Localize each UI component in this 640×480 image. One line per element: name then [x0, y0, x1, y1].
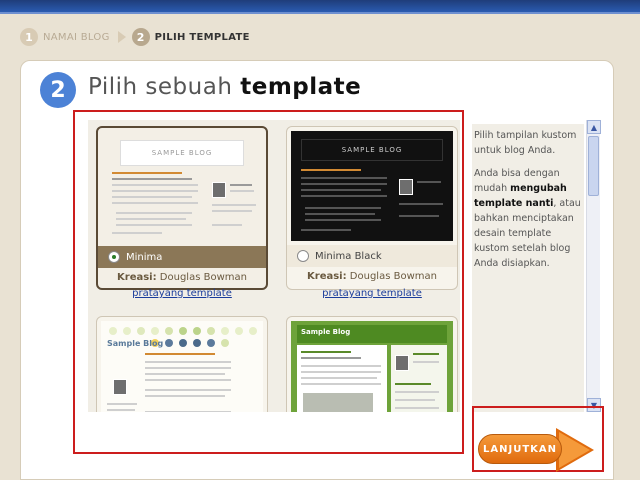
- help-text-2: Anda bisa dengan mudah mengubah template…: [474, 168, 581, 269]
- step-1-label[interactable]: NAMAI BLOG: [43, 32, 110, 43]
- gallery-scrollbar[interactable]: ▲ ▼: [586, 120, 601, 412]
- highlight-gallery: [73, 110, 464, 454]
- page-title-bold: template: [240, 74, 362, 100]
- scrollbar-thumb[interactable]: [588, 136, 599, 196]
- page-title: Pilih sebuah template: [88, 74, 361, 100]
- sidebar-help: Pilih tampilan kustom untuk blog Anda. A…: [472, 124, 584, 412]
- top-bar: [0, 0, 640, 14]
- scroll-up-icon[interactable]: ▲: [587, 120, 601, 134]
- step-1-number: 1: [20, 28, 38, 46]
- wizard-steps: 1 NAMAI BLOG 2 PILIH TEMPLATE: [20, 26, 250, 48]
- step-badge: 2: [40, 72, 76, 108]
- step-2-label: PILIH TEMPLATE: [154, 31, 250, 43]
- page-title-plain: Pilih sebuah: [88, 74, 241, 100]
- help-text-1: Pilih tampilan kustom untuk blog Anda.: [474, 130, 577, 156]
- step-arrow-icon: [117, 31, 126, 43]
- continue-button[interactable]: LANJUTKAN: [478, 434, 562, 464]
- step-2-number: 2: [131, 28, 150, 46]
